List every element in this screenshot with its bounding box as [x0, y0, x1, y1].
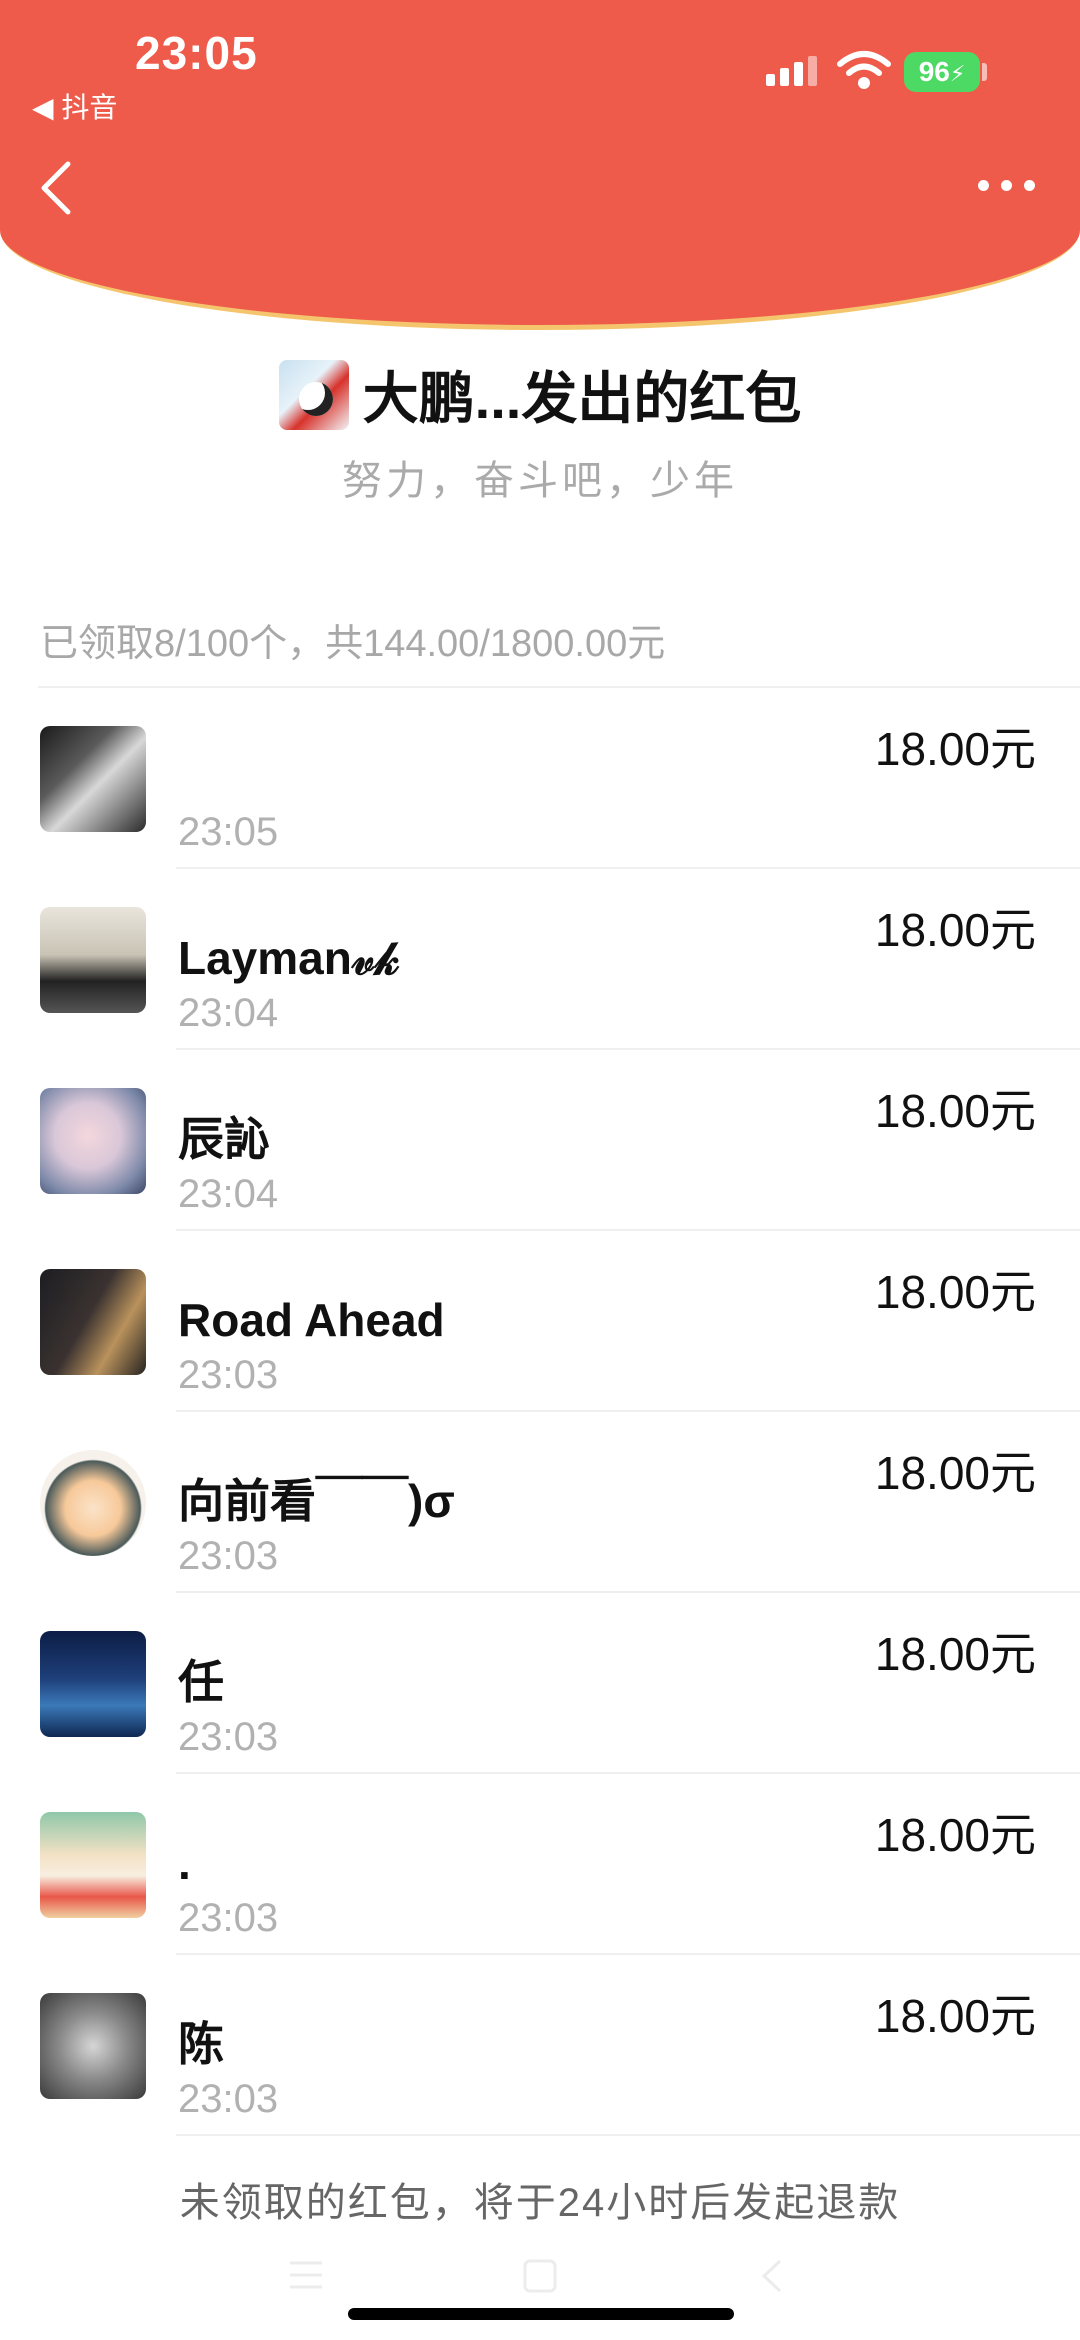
receiver-name: 任 — [178, 1656, 224, 1708]
back-triangle-icon[interactable] — [760, 2258, 784, 2294]
list-item[interactable]: Road Ahead 23:03 18.00元 — [0, 1231, 1080, 1412]
receive-amount: 18.00元 — [874, 1809, 1036, 1861]
cellular-signal-icon — [766, 56, 817, 86]
back-to-app-link[interactable]: ◀ 抖音 — [32, 86, 117, 126]
battery-indicator: 96⚡ — [904, 52, 980, 92]
blessing-message: 努力，奋斗吧，少年 — [342, 459, 738, 503]
list-item[interactable]: 23:05 18.00元 — [0, 688, 1080, 869]
receive-amount: 18.00元 — [874, 1990, 1036, 2042]
receiver-name: 辰訫 — [178, 1113, 270, 1165]
avatar[interactable] — [40, 1631, 146, 1737]
charging-bolt-icon: ⚡ — [949, 61, 966, 86]
list-item[interactable]: Layman𝓋𝓀 23:04 18.00元 — [0, 869, 1080, 1050]
avatar[interactable] — [40, 1993, 146, 2099]
battery-level: 96 — [918, 56, 950, 87]
receive-amount: 18.00元 — [874, 1266, 1036, 1318]
avatar[interactable] — [40, 1088, 146, 1194]
avatar[interactable] — [40, 1812, 146, 1918]
receiver-name: 陈 — [178, 2018, 224, 2070]
more-options-icon[interactable] — [978, 180, 1035, 191]
receive-time: 23:05 — [178, 810, 279, 854]
status-time: 23:05 — [135, 27, 258, 79]
sender-avatar — [278, 359, 349, 430]
receive-time: 23:03 — [178, 1534, 279, 1578]
avatar[interactable] — [40, 1450, 146, 1556]
home-square-icon[interactable] — [522, 2258, 558, 2294]
wifi-icon — [837, 51, 891, 89]
sender-row: 大鹏...发出的红包 — [0, 354, 1080, 435]
receiver-name: 向前看￣￣)σ — [178, 1475, 455, 1527]
avatar[interactable] — [40, 907, 146, 1013]
list-item[interactable]: 向前看￣￣)σ 23:03 18.00元 — [0, 1412, 1080, 1593]
receive-amount: 18.00元 — [874, 1085, 1036, 1137]
list-item[interactable]: 陈 23:03 18.00元 — [0, 1955, 1080, 2136]
back-chevron-icon[interactable] — [38, 160, 74, 216]
system-nav-hints — [0, 2258, 1080, 2298]
list-item[interactable]: 任 23:03 18.00元 — [0, 1593, 1080, 1774]
receive-time: 23:03 — [178, 1896, 279, 1940]
sender-title: 大鹏...发出的红包 — [362, 367, 802, 430]
refund-notice: 未领取的红包，将于24小时后发起退款 — [179, 2181, 901, 2225]
receive-amount: 18.00元 — [874, 1628, 1036, 1680]
list-item[interactable]: 辰訫 23:04 18.00元 — [0, 1050, 1080, 1231]
avatar[interactable] — [40, 726, 146, 832]
receiver-name: . — [178, 1837, 191, 1889]
receive-amount: 18.00元 — [874, 1447, 1036, 1499]
receive-time: 23:03 — [178, 1353, 279, 1397]
menu-icon[interactable] — [288, 2258, 324, 2292]
claim-summary: 已领取8/100个，共144.00/1800.00元 — [40, 623, 666, 665]
receiver-list: 23:05 18.00元 Layman𝓋𝓀 23:04 18.00元 辰訫 23… — [0, 688, 1080, 2136]
home-indicator[interactable] — [348, 2308, 734, 2320]
list-item[interactable]: . 23:03 18.00元 — [0, 1774, 1080, 1955]
battery-nub-icon — [982, 63, 987, 81]
avatar[interactable] — [40, 1269, 146, 1375]
receive-amount: 18.00元 — [874, 904, 1036, 956]
receive-time: 23:04 — [178, 1172, 279, 1216]
receive-amount: 18.00元 — [874, 723, 1036, 775]
divider — [176, 2134, 1080, 2136]
receiver-name: Road Ahead — [178, 1294, 445, 1346]
receiver-name: Layman𝓋𝓀 — [178, 932, 400, 984]
receive-time: 23:03 — [178, 1715, 279, 1759]
receive-time: 23:03 — [178, 2077, 279, 2121]
receive-time: 23:04 — [178, 991, 279, 1035]
